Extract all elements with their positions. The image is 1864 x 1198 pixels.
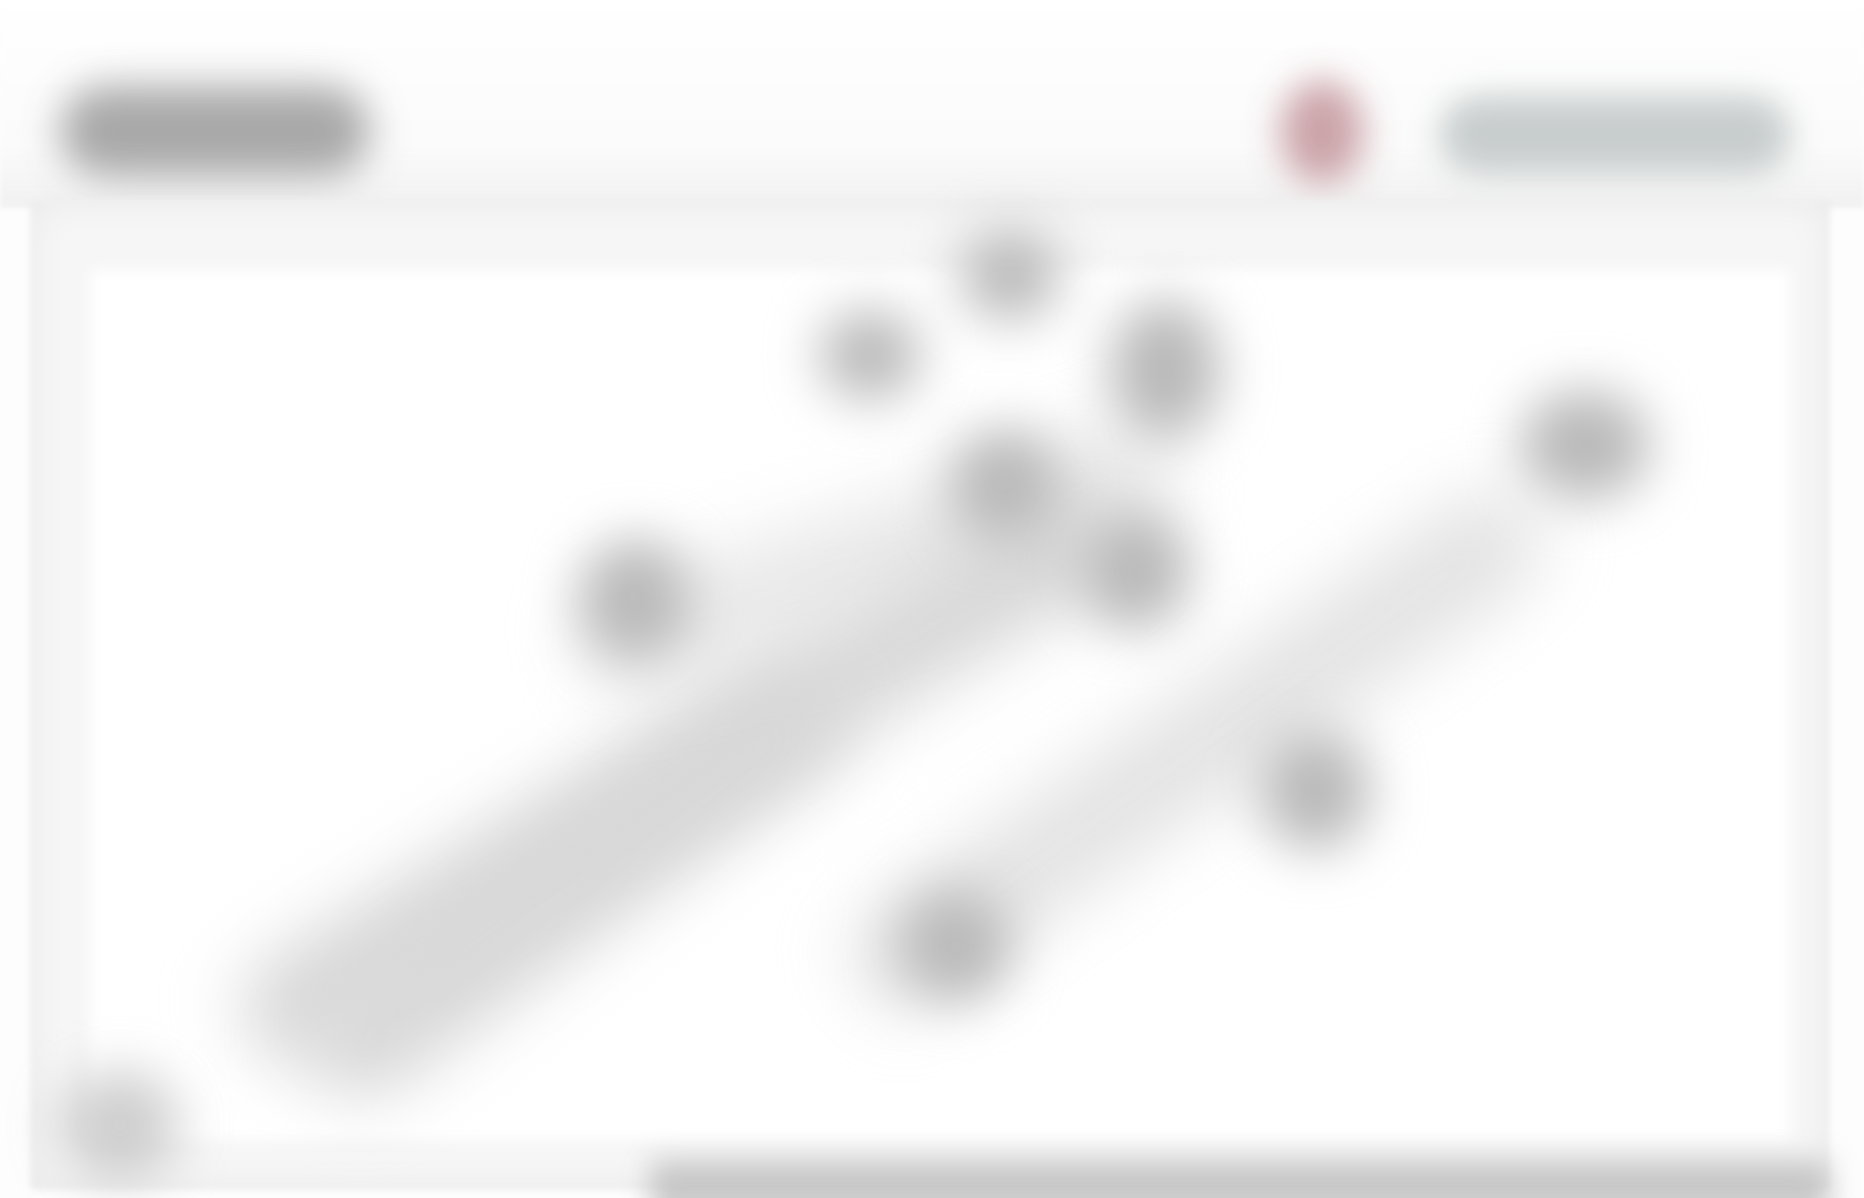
graph-node[interactable]	[1110, 300, 1220, 440]
action-button[interactable]	[1440, 96, 1790, 174]
graph-node[interactable]	[960, 230, 1060, 320]
graph-node[interactable]	[950, 430, 1060, 540]
graph-node[interactable]	[60, 1070, 180, 1180]
graph-node[interactable]	[1520, 390, 1650, 500]
graph-node[interactable]	[1260, 730, 1370, 850]
graph-node[interactable]	[580, 540, 690, 660]
bottom-toolbar	[650, 1160, 1830, 1198]
graph-node[interactable]	[900, 890, 1010, 1000]
graph-node[interactable]	[820, 310, 920, 400]
app-window	[0, 0, 1864, 1198]
app-logo-icon[interactable]	[60, 86, 370, 176]
graph-node[interactable]	[1080, 510, 1190, 630]
record-indicator-icon[interactable]	[1280, 80, 1364, 184]
